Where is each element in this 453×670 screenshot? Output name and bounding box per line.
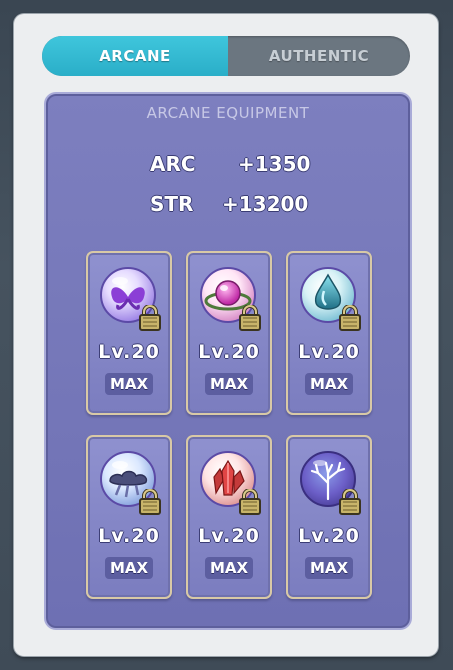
tab-arcane[interactable]: ARCANE <box>42 36 228 76</box>
max-badge: MAX <box>105 373 153 395</box>
max-badge: MAX <box>205 373 253 395</box>
stat-row-arc: ARC +1350 <box>46 152 410 182</box>
lock-icon <box>339 489 361 515</box>
symbol-slot-4[interactable]: Lv.20 MAX <box>86 435 172 599</box>
symbol-level: Lv.20 <box>198 525 260 547</box>
symbol-level: Lv.20 <box>98 525 160 547</box>
symbol-level: Lv.20 <box>298 341 360 363</box>
lock-icon <box>339 305 361 331</box>
lock-icon <box>239 305 261 331</box>
symbol-level: Lv.20 <box>98 341 160 363</box>
symbol-slot-1[interactable]: Lv.20 MAX <box>86 251 172 415</box>
arcane-equipment-panel: ARCANE EQUIPMENT ARC +1350 STR +13200 Lv… <box>44 92 412 630</box>
arcane-symbol-window: ARCANE AUTHENTIC ARCANE EQUIPMENT ARC +1… <box>14 14 438 656</box>
max-badge: MAX <box>305 373 353 395</box>
symbol-slot-5[interactable]: Lv.20 MAX <box>186 435 272 599</box>
panel-title: ARCANE EQUIPMENT <box>146 104 310 122</box>
stat-value-str: +13200 <box>222 192 309 216</box>
symbol-level: Lv.20 <box>298 525 360 547</box>
tab-bar: ARCANE AUTHENTIC <box>42 36 410 76</box>
lock-icon <box>139 305 161 331</box>
max-badge: MAX <box>205 557 253 579</box>
stat-name-arc: ARC <box>150 152 196 176</box>
stat-row-str: STR +13200 <box>46 192 410 222</box>
max-badge: MAX <box>105 557 153 579</box>
max-badge: MAX <box>305 557 353 579</box>
symbol-level: Lv.20 <box>198 341 260 363</box>
symbol-slot-6[interactable]: Lv.20 MAX <box>286 435 372 599</box>
symbol-slot-2[interactable]: Lv.20 MAX <box>186 251 272 415</box>
stat-value-arc: +1350 <box>238 152 311 176</box>
stat-name-str: STR <box>150 192 194 216</box>
lock-icon <box>139 489 161 515</box>
lock-icon <box>239 489 261 515</box>
symbol-slot-3[interactable]: Lv.20 MAX <box>286 251 372 415</box>
tab-authentic[interactable]: AUTHENTIC <box>228 36 410 76</box>
